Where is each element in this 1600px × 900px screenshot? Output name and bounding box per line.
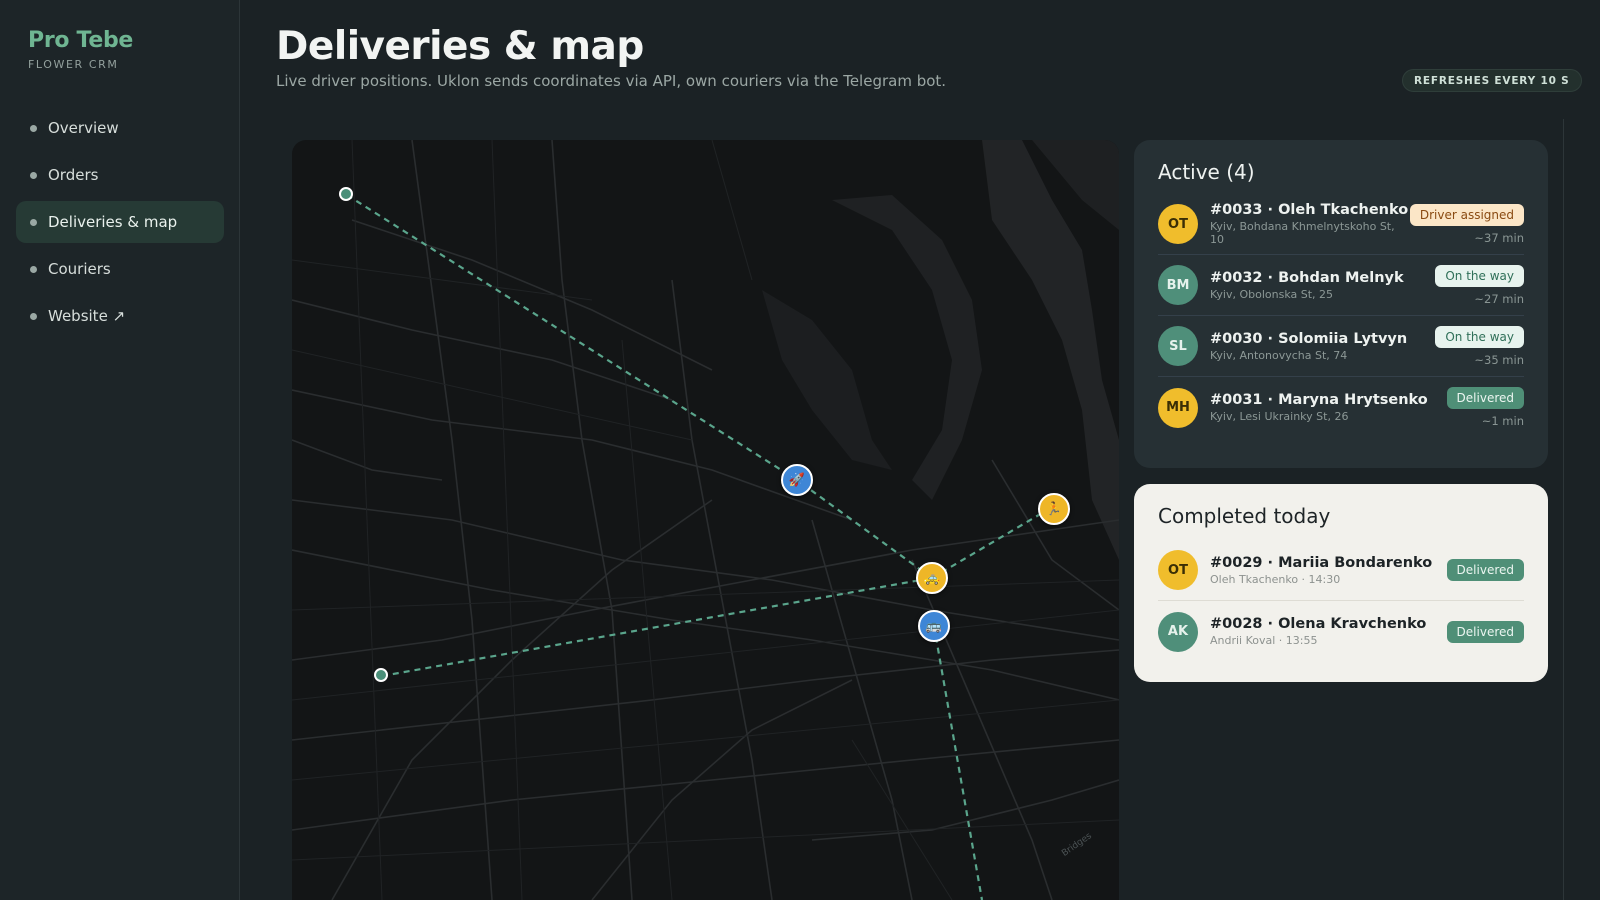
avatar: OT [1158, 550, 1198, 590]
order-address: Kyiv, Obolonska St, 25 [1210, 287, 1334, 301]
order-address: Kyiv, Antonovycha St, 74 [1210, 348, 1348, 362]
row-meta: Delivered [1446, 559, 1524, 581]
delivery-row[interactable]: MH #0031 · Maryna Hrytsenko Kyiv, Lesi U… [1158, 377, 1524, 438]
row-meta: Delivered ~1 min [1446, 387, 1524, 428]
row-body: #0029 · Mariia Bondarenko Oleh Tkachenko… [1210, 555, 1439, 586]
sidebar-item-deliveries[interactable]: Deliveries & map [16, 201, 224, 243]
sidebar: Pro Tebe FLOWER CRM Overview Orders Deli… [0, 0, 240, 900]
taxi-icon[interactable]: 🚕 [916, 562, 948, 594]
order-title: #0029 · Mariia Bondarenko [1210, 554, 1433, 571]
order-title: #0030 · Solomiia Lytvyn [1210, 330, 1408, 347]
order-title: #0033 · Oleh Tkachenko [1210, 202, 1409, 218]
active-deliveries-card: Active (4) OT #0033 · Oleh Tkachenko Kyi… [1134, 140, 1548, 468]
start-pin[interactable] [374, 668, 388, 682]
card-title: Active (4) [1158, 160, 1255, 184]
status-badge: On the way [1435, 264, 1524, 287]
eta: ~27 min [1474, 291, 1524, 306]
status-badge: On the way [1435, 325, 1524, 348]
row-meta: Driver assigned ~37 min [1409, 203, 1524, 245]
order-address: Kyiv, Lesi Ukrainky St, 26 [1210, 410, 1349, 423]
completed-today-card: Completed today OT #0029 · Mariia Bondar… [1134, 484, 1548, 682]
avatar: AK [1158, 611, 1198, 652]
row-body: #0031 · Maryna Hrytsenko Kyiv, Lesi Ukra… [1210, 392, 1439, 423]
delivery-row[interactable]: SL #0030 · Solomiia Lytvyn Kyiv, Antonov… [1158, 316, 1524, 377]
start-pin[interactable] [339, 187, 353, 201]
completed-row[interactable]: AK #0028 · Olena Kravchenko Andrii Koval… [1158, 601, 1524, 662]
order-title: #0032 · Bohdan Melnyk [1210, 269, 1404, 286]
sidebar-item-label: Couriers [48, 260, 111, 278]
bullet-icon [30, 312, 37, 320]
map-tiles [292, 140, 1119, 900]
row-body: #0030 · Solomiia Lytvyn Kyiv, Antonovych… [1210, 331, 1427, 362]
page-title: Deliveries & map [276, 24, 644, 69]
refresh-badge: REFRESHES EVERY 10 S [1402, 69, 1582, 92]
eta: ~35 min [1474, 352, 1524, 367]
sidebar-item-label: Overview [48, 119, 119, 137]
avatar: MH [1158, 387, 1198, 428]
avatar: SL [1158, 326, 1198, 366]
bullet-icon [30, 265, 37, 273]
bullet-icon [30, 218, 37, 226]
status-badge: Delivered [1446, 387, 1524, 409]
avatar: OT [1158, 204, 1198, 244]
row-meta: On the way ~35 min [1435, 325, 1524, 367]
status-badge: Driver assigned [1409, 203, 1524, 226]
bus-icon[interactable]: 🚌 [918, 610, 950, 642]
eta: ~37 min [1474, 230, 1524, 245]
sidebar-nav: Overview Orders Deliveries & map Courier… [16, 107, 224, 342]
card-title: Completed today [1158, 504, 1331, 528]
row-meta: On the way ~27 min [1435, 264, 1524, 306]
sidebar-item-couriers[interactable]: Couriers [16, 248, 224, 290]
page-subtitle: Live driver positions. Uklon sends coord… [276, 72, 947, 90]
rocket-icon[interactable]: 🚀 [781, 464, 813, 496]
row-body: #0032 · Bohdan Melnyk Kyiv, Obolonska St… [1210, 270, 1427, 301]
courier-time: Oleh Tkachenko · 14:30 [1210, 572, 1341, 586]
divider [1563, 119, 1564, 900]
sidebar-item-overview[interactable]: Overview [16, 107, 224, 149]
row-body: #0033 · Oleh Tkachenko Kyiv, Bohdana Khm… [1210, 202, 1409, 246]
delivery-row[interactable]: BM #0032 · Bohdan Melnyk Kyiv, Obolonska… [1158, 255, 1524, 316]
brand-name: Pro Tebe [28, 28, 134, 53]
sidebar-item-label: Website ↗ [48, 307, 126, 325]
status-badge: Delivered [1446, 559, 1524, 581]
courier-time: Andrii Koval · 13:55 [1210, 634, 1318, 647]
sidebar-item-label: Orders [48, 166, 99, 184]
status-badge: Delivered [1446, 620, 1524, 643]
delivery-map[interactable]: 🚀 🏃 🚕 🚌 Bridges [292, 140, 1119, 900]
row-body: #0028 · Olena Kravchenko Andrii Koval · … [1210, 616, 1439, 647]
sidebar-item-website[interactable]: Website ↗ [16, 295, 224, 337]
eta: ~1 min [1481, 414, 1524, 428]
sidebar-item-label: Deliveries & map [48, 213, 178, 231]
brand: Pro Tebe FLOWER CRM [28, 28, 133, 71]
order-title: #0031 · Maryna Hrytsenko [1210, 392, 1428, 408]
row-meta: Delivered [1446, 620, 1524, 643]
sidebar-item-orders[interactable]: Orders [16, 154, 224, 196]
brand-subtitle: FLOWER CRM [28, 58, 119, 71]
completed-row[interactable]: OT #0029 · Mariia Bondarenko Oleh Tkache… [1158, 540, 1524, 601]
runner-icon[interactable]: 🏃 [1038, 493, 1070, 525]
avatar: BM [1158, 265, 1198, 305]
bullet-icon [30, 124, 37, 132]
order-title: #0028 · Olena Kravchenko [1210, 616, 1427, 632]
order-address: Kyiv, Bohdana Khmelnytskoho St, 10 [1210, 220, 1395, 246]
bullet-icon [30, 171, 37, 179]
delivery-row[interactable]: OT #0033 · Oleh Tkachenko Kyiv, Bohdana … [1158, 194, 1524, 255]
